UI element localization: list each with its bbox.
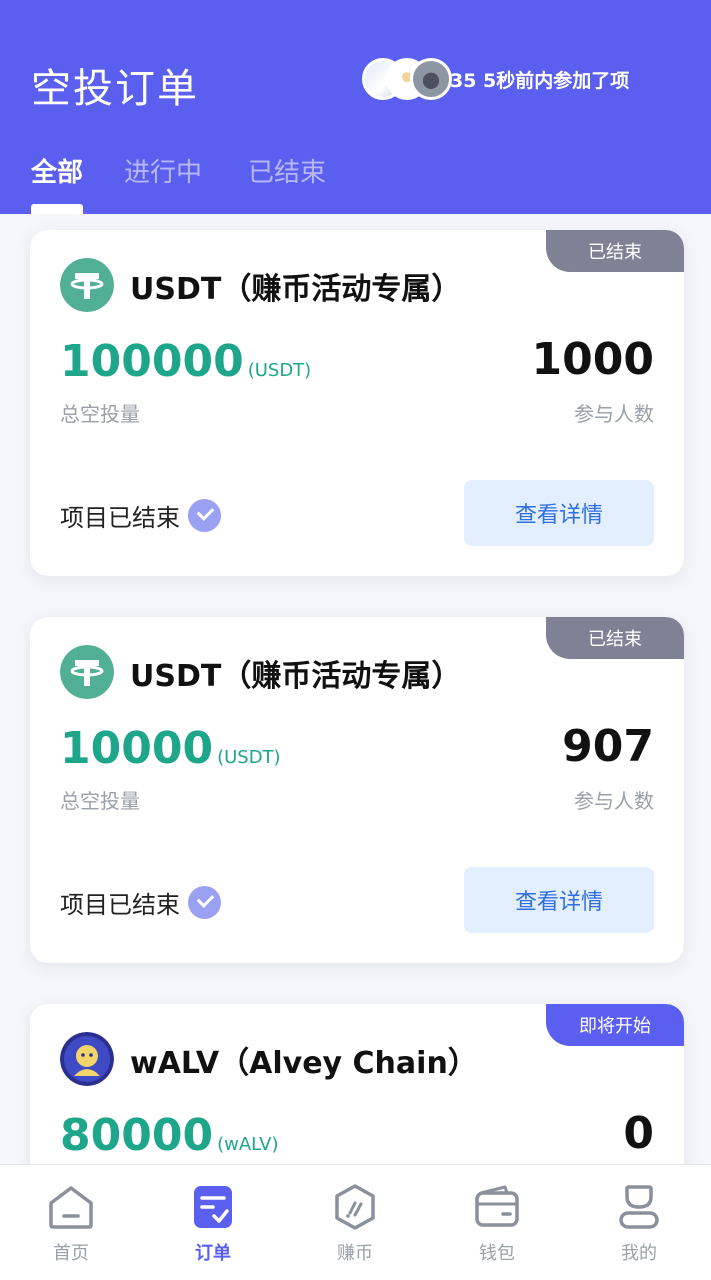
nav-label: 订单 (195, 1243, 231, 1264)
home-icon (49, 1186, 93, 1229)
total-airdrop-amount: 80000 (wALV) (60, 1110, 279, 1161)
page-title: 空投订单 (31, 66, 199, 112)
header: 空投订单 35 5秒前内参加了项 全部 进行中 已结束 (0, 0, 711, 214)
airdrop-card: 已结束 USDT（赚币活动专属） 10000 (USDT) 总空投量 907 参与… (30, 617, 684, 963)
nav-item-wallet[interactable]: 钱包 (426, 1165, 568, 1280)
total-airdrop-amount: 100000 (USDT) (60, 336, 311, 387)
tab-all[interactable]: 全部 (31, 152, 83, 189)
earn-icon (335, 1184, 375, 1230)
nav-item-earn[interactable]: 赚币 (284, 1165, 426, 1280)
project-status: 项目已结束 (60, 498, 221, 533)
token-name: USDT（赚币活动专属） (130, 659, 462, 694)
nav-item-orders[interactable]: 订单 (142, 1165, 284, 1280)
status-text: 项目已结束 (60, 891, 180, 919)
amount-value: 10000 (60, 723, 214, 774)
wallet-icon (475, 1185, 519, 1227)
amount-unit: (wALV) (217, 1134, 279, 1155)
participant-label: 参与人数 (574, 402, 654, 426)
page: 空投订单 35 5秒前内参加了项 全部 进行中 已结束 已结束 USDT（赚币活… (0, 0, 711, 1280)
active-tab-indicator (31, 204, 83, 214)
check-icon (188, 499, 221, 532)
avatar (410, 58, 452, 100)
nav-label: 钱包 (479, 1243, 515, 1264)
view-details-button[interactable]: 查看详情 (464, 867, 654, 933)
amount-unit: (USDT) (217, 747, 281, 768)
participant-count: 1000 (531, 334, 654, 385)
nav-label: 首页 (53, 1243, 89, 1264)
participation-ticker[interactable]: 35 5秒前内参加了项 (362, 56, 711, 102)
total-airdrop-amount: 10000 (USDT) (60, 723, 281, 774)
bottom-nav: 首页 订单 赚币 钱包 我的 (0, 1164, 711, 1280)
status-badge: 已结束 (546, 617, 684, 659)
token-name: wALV（Alvey Chain） (130, 1046, 478, 1081)
ticker-text: 35 5秒前内参加了项 (450, 69, 630, 92)
filter-tabs: 全部 进行中 已结束 (0, 150, 711, 214)
amount-value: 100000 (60, 336, 244, 387)
amount-unit: (USDT) (247, 360, 312, 381)
check-icon (188, 886, 221, 919)
view-details-button[interactable]: 查看详情 (464, 480, 654, 546)
participant-count: 907 (562, 721, 654, 772)
amount-label: 总空投量 (60, 789, 140, 813)
participant-count: 0 (623, 1108, 654, 1159)
nav-label: 我的 (621, 1243, 657, 1264)
status-badge: 已结束 (546, 230, 684, 272)
status-text: 项目已结束 (60, 504, 180, 532)
token-name: USDT（赚币活动专属） (130, 272, 462, 307)
project-status: 项目已结束 (60, 885, 221, 920)
nav-label: 赚币 (337, 1243, 373, 1264)
tab-in-progress[interactable]: 进行中 (124, 152, 202, 189)
avatar-stack (362, 56, 460, 102)
order-icon (194, 1186, 232, 1228)
airdrop-card: 已结束 USDT（赚币活动专属） 100000 (USDT) 总空投量 1000 … (30, 230, 684, 576)
amount-value: 80000 (60, 1110, 214, 1161)
profile-icon (619, 1185, 659, 1229)
participant-label: 参与人数 (574, 789, 654, 813)
amount-label: 总空投量 (60, 402, 140, 426)
tether-icon (60, 258, 114, 312)
status-badge: 即将开始 (546, 1004, 684, 1046)
nav-item-profile[interactable]: 我的 (568, 1165, 710, 1280)
alvey-icon (60, 1032, 114, 1086)
tether-icon (60, 645, 114, 699)
nav-item-home[interactable]: 首页 (0, 1165, 142, 1280)
tab-ended[interactable]: 已结束 (248, 152, 326, 189)
